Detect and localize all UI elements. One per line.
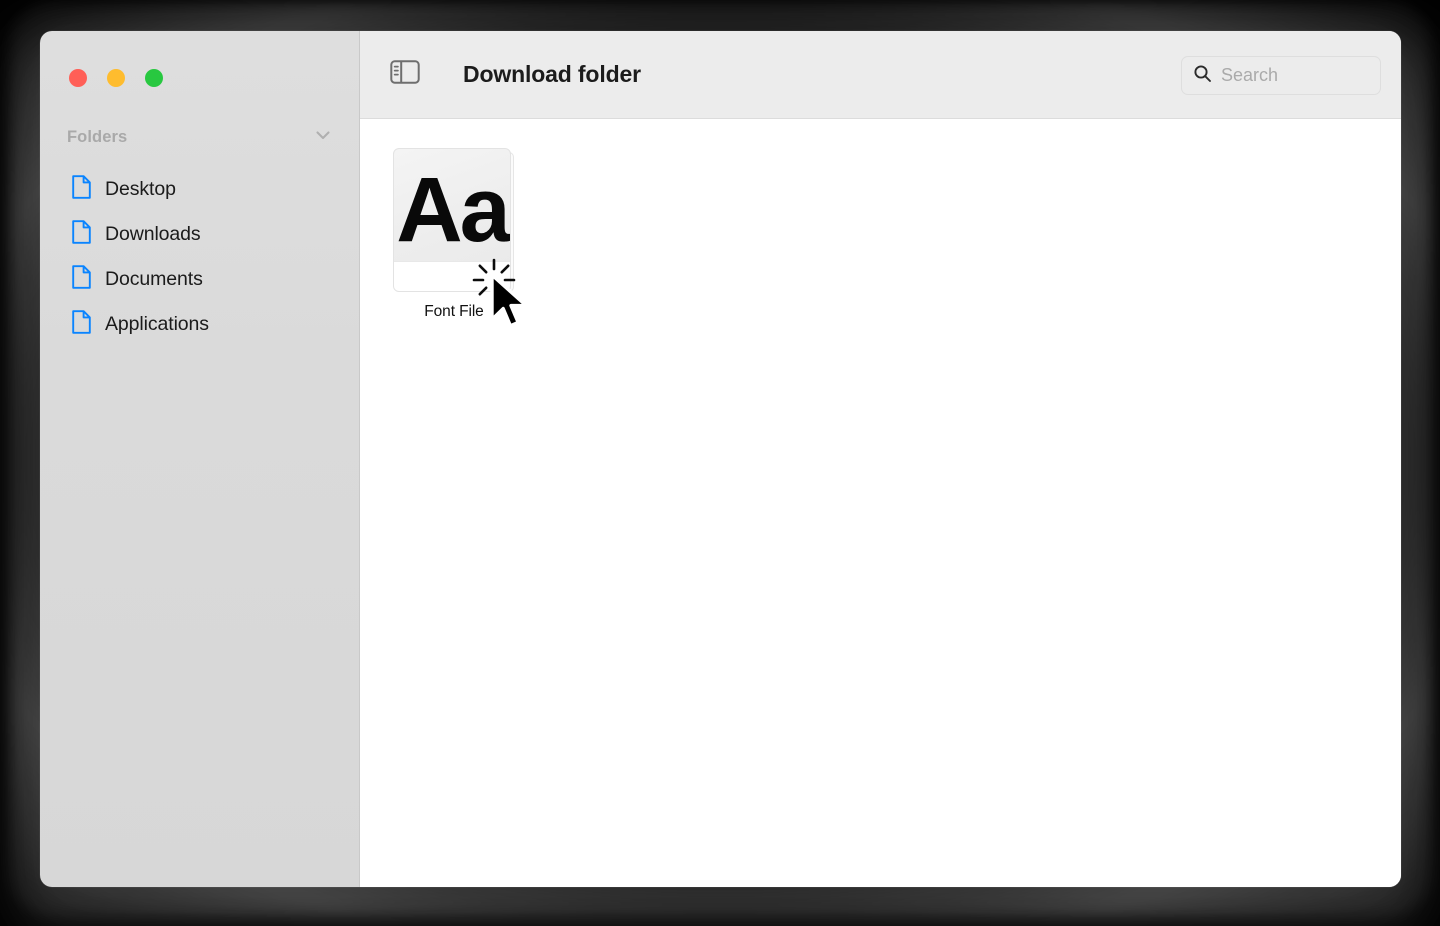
sidebar-item-label: Desktop (105, 178, 176, 200)
document-icon (72, 265, 91, 294)
search-input[interactable] (1221, 65, 1371, 86)
toolbar: Download folder (360, 31, 1401, 119)
file-name-label: Font File (424, 303, 484, 320)
sidebar-item-documents[interactable]: Documents (40, 257, 360, 302)
sidebar-list: Desktop Downloads Documents Applications (40, 167, 360, 347)
document-icon (72, 175, 91, 204)
sidebar-item-label: Applications (105, 313, 209, 335)
page-title: Download folder (463, 61, 641, 87)
search-icon (1193, 64, 1212, 88)
font-sample-glyph: Aa (396, 159, 510, 261)
sidebar-item-desktop[interactable]: Desktop (40, 167, 360, 212)
font-icon-footer-band (394, 261, 510, 291)
window-controls (69, 69, 163, 87)
sidebar-toggle-icon[interactable] (390, 59, 420, 90)
sidebar-section-title: Folders (67, 127, 128, 146)
file-item-font-file[interactable]: Aa Font File (393, 148, 515, 321)
sidebar-item-label: Documents (105, 268, 203, 290)
sidebar-section-header[interactable]: Folders (40, 124, 360, 150)
main-pane: Download folder Search Aa Font File (360, 31, 1401, 887)
close-button[interactable] (69, 69, 87, 87)
file-grid: Aa Font File (360, 119, 1401, 887)
minimize-button[interactable] (107, 69, 125, 87)
desktop-background: Folders Desktop Downloads Documents Appl… (0, 0, 1440, 926)
chevron-down-icon[interactable] (312, 124, 334, 151)
sidebar-item-downloads[interactable]: Downloads (40, 212, 360, 257)
sidebar-item-label: Downloads (105, 223, 201, 245)
sidebar-section-folders: Folders Desktop Downloads Documents Appl… (40, 124, 360, 347)
font-file-icon-face: Aa (393, 148, 511, 292)
sidebar: Folders Desktop Downloads Documents Appl… (40, 31, 360, 887)
zoom-button[interactable] (145, 69, 163, 87)
sidebar-item-applications[interactable]: Applications (40, 302, 360, 347)
document-icon (72, 220, 91, 249)
document-icon (72, 310, 91, 339)
font-file-icon[interactable]: Aa (393, 148, 515, 296)
finder-window: Folders Desktop Downloads Documents Appl… (40, 31, 1401, 887)
search-field[interactable] (1181, 56, 1381, 95)
